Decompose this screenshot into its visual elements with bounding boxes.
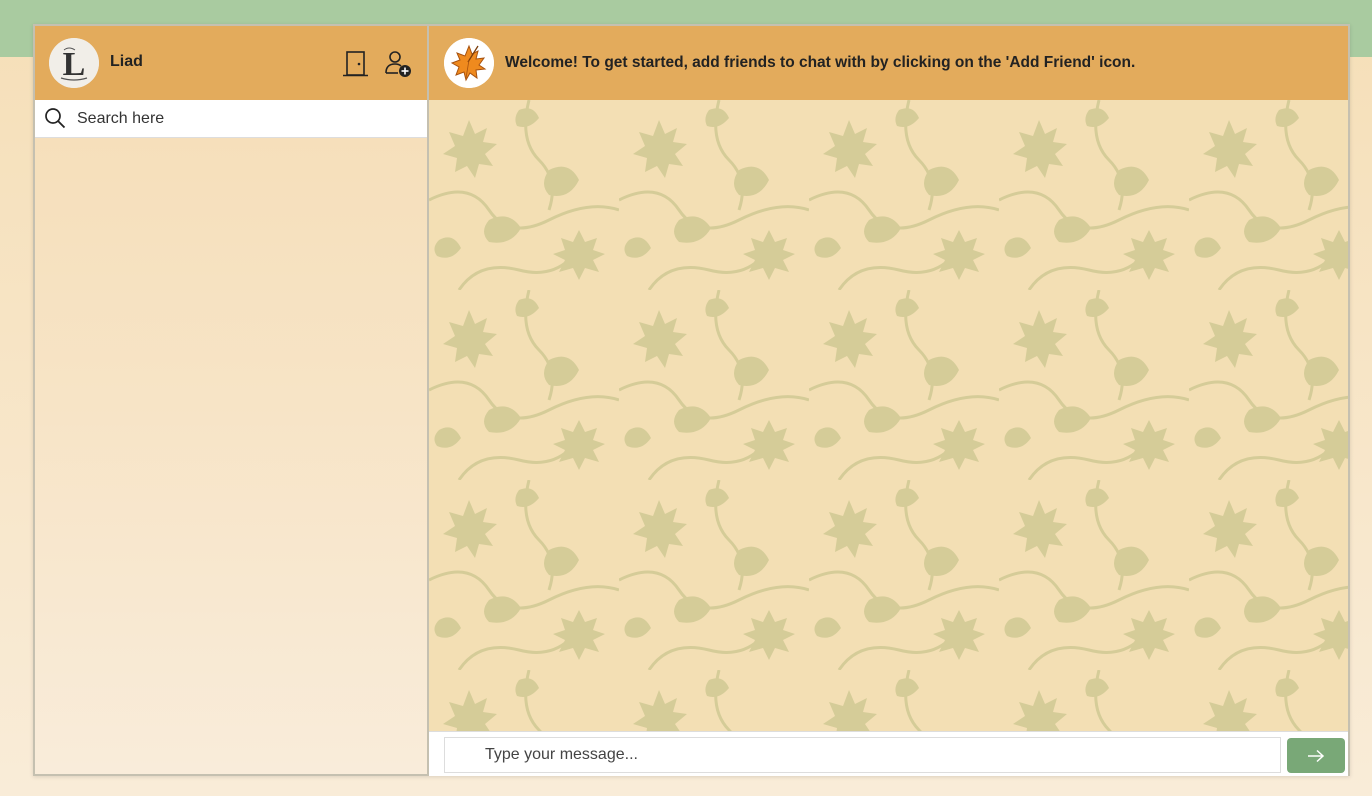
- chat-header: Welcome! To get started, add friends to …: [429, 26, 1348, 100]
- chat-app: L Liad Search here Welcome! To get start…: [33, 24, 1350, 776]
- add-friend-icon: [385, 51, 411, 77]
- search-icon: [45, 108, 66, 129]
- message-input[interactable]: [444, 737, 1281, 773]
- maple-leaf-icon: [444, 38, 494, 88]
- username: Liad: [110, 53, 143, 70]
- arrow-right-icon: [1308, 749, 1325, 762]
- monogram-l-icon: L: [49, 38, 99, 88]
- message-composer: [429, 731, 1348, 776]
- leaf-pattern-background: [429, 100, 1348, 731]
- door-icon: [343, 51, 368, 77]
- message-area: [429, 100, 1348, 731]
- add-friend-button[interactable]: [383, 49, 413, 79]
- chat-panel: Welcome! To get started, add friends to …: [429, 26, 1348, 776]
- logout-button[interactable]: [341, 49, 371, 79]
- avatar[interactable]: L: [49, 38, 99, 88]
- user-header: L Liad: [35, 26, 427, 100]
- contacts-panel: L Liad: [35, 26, 429, 774]
- svg-text:L: L: [63, 46, 86, 83]
- welcome-message: Welcome! To get started, add friends to …: [505, 54, 1136, 71]
- search-bar: [35, 100, 427, 138]
- app-logo: [444, 38, 494, 88]
- send-button[interactable]: [1287, 738, 1345, 773]
- search-input[interactable]: [75, 104, 419, 134]
